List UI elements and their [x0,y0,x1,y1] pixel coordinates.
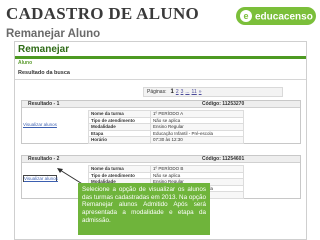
instruction-callout: Selecione a opção de visualizar os aluno… [78,183,210,235]
